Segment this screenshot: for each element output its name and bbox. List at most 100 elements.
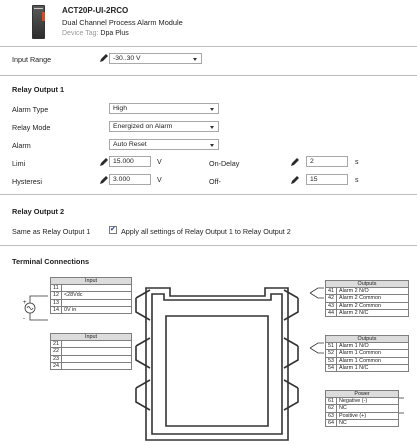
divider [0,75,417,76]
terminal-function: Positive (+) [336,411,399,420]
off-delay-input[interactable]: 15 [306,174,348,185]
terminal-number: 24 [50,361,62,370]
terminal-number: 61 [325,397,337,406]
divider [0,194,417,195]
relay-mode-label: Relay Mode [12,123,51,132]
output-terminal-table-1: Outputs 41 Alarm 2 N/O 42 Alarm 2 Common 4… [325,279,409,317]
input-terminal-table-1: Input 11 12 <28Vdc 13 14 0V in [50,276,132,314]
relay-output-1-title: Relay Output 1 [12,85,65,94]
table-row: 24 [50,361,132,370]
device-tag: Device Tag: Dpa Plus [62,30,129,37]
alarm-select[interactable]: Auto Reset [109,139,219,150]
table-row: 62 NC [325,404,399,413]
pencil-icon[interactable] [99,175,109,185]
terminal-function [61,298,132,307]
table-header: Input [50,332,132,342]
terminal-function: Alarm 1 N/C [336,363,409,372]
relay-mode-select[interactable]: Energized on Alarm [109,121,219,132]
terminal-function: Alarm 2 Common [336,301,409,310]
chevron-down-icon [210,126,214,129]
hysteresis-label: Hysteresi [12,177,42,186]
minus-sign: - [23,316,25,322]
terminal-function [61,340,132,349]
terminal-number: 63 [325,411,337,420]
input-range-label: Input Range [12,55,52,64]
pencil-icon[interactable] [99,53,109,63]
terminal-number: 41 [325,287,337,296]
limit-unit: V [157,159,162,166]
terminal-function: <28Vdc [61,291,132,300]
terminal-function: 0V in [61,305,132,314]
signal-source-icon [24,295,48,321]
terminal-function [61,284,132,293]
table-row: 22 [50,347,132,356]
table-row: 64 NC [325,418,399,427]
plus-sign: + [23,300,27,306]
on-delay-input[interactable]: 2 [306,156,348,167]
terminal-connections-title: Terminal Connections [12,257,90,266]
limit-input[interactable]: 15.000 [109,156,151,167]
terminal-function: NC [336,418,399,427]
terminal-function [61,347,132,356]
terminal-number: 44 [325,308,337,317]
same-as-relay-1-label: Same as Relay Output 1 [12,227,91,236]
chevron-down-icon [210,108,214,111]
table-header: Outputs [325,334,409,344]
pencil-icon[interactable] [290,175,300,185]
terminal-function [61,354,132,363]
table-header: Input [50,276,132,286]
hysteresis-input[interactable]: 3.000 [109,174,151,185]
divider [0,46,417,47]
table-row: 11 [50,284,132,293]
device-description: Dual Channel Process Alarm Module [62,18,183,27]
terminal-number: 51 [325,342,337,351]
device-tag-label: Device Tag: [62,30,99,37]
output-terminal-table-2: Outputs 51 Alarm 1 N/O 52 Alarm 1 Common 5… [325,334,409,372]
terminal-number: 14 [50,305,62,314]
table-row: 53 Alarm 1 Common [325,356,409,365]
alarm-type-select[interactable]: High [109,103,219,114]
table-row: 44 Alarm 2 N/C [325,308,409,317]
divider [0,245,417,246]
on-delay-label: On-Delay [209,159,240,168]
table-row: 54 Alarm 1 N/C [325,363,409,372]
input-range-select[interactable]: -30..30 V [109,53,202,64]
terminal-number: 53 [325,356,337,365]
on-delay-unit: s [355,159,359,166]
terminal-function: Alarm 1 Common [336,349,409,358]
terminal-number: 43 [325,301,337,310]
chevron-down-icon [210,144,214,147]
terminal-function: NC [336,404,399,413]
terminal-number: 54 [325,363,337,372]
terminal-number: 13 [50,298,62,307]
pencil-icon[interactable] [290,157,300,167]
table-row: 13 [50,298,132,307]
table-row: 41 Alarm 2 N/O [325,287,409,296]
terminal-number: 64 [325,418,337,427]
terminal-number: 52 [325,349,337,358]
pencil-icon[interactable] [99,157,109,167]
table-row: 61 Negative (-) [325,397,399,406]
table-row: 21 [50,340,132,349]
terminal-number: 21 [50,340,62,349]
device-module-icon [32,5,45,39]
terminal-number: 12 [50,291,62,300]
off-delay-unit: s [355,177,359,184]
terminal-function: Alarm 2 Common [336,294,409,303]
alarm-value: Auto Reset [113,141,147,148]
alarm-label: Alarm [12,141,31,150]
terminal-function: Alarm 2 N/O [336,287,409,296]
hysteresis-unit: V [157,177,162,184]
table-row: 23 [50,354,132,363]
table-header: Outputs [325,279,409,289]
terminal-function: Alarm 1 N/O [336,342,409,351]
table-row: 63 Positive (+) [325,411,399,420]
input-terminal-table-2: Input 21 22 23 24 [50,332,132,370]
device-tag-value: Dpa Plus [100,30,129,37]
terminal-function: Negative (-) [336,397,399,406]
limit-label: Limi [12,159,26,168]
relay-mode-value: Energized on Alarm [113,123,173,130]
apply-settings-checkbox[interactable] [109,225,117,234]
power-terminal-table: Power 61 Negative (-) 62 NC 63 Positive (+)… [325,389,399,427]
relay-output-2-title: Relay Output 2 [12,207,65,216]
